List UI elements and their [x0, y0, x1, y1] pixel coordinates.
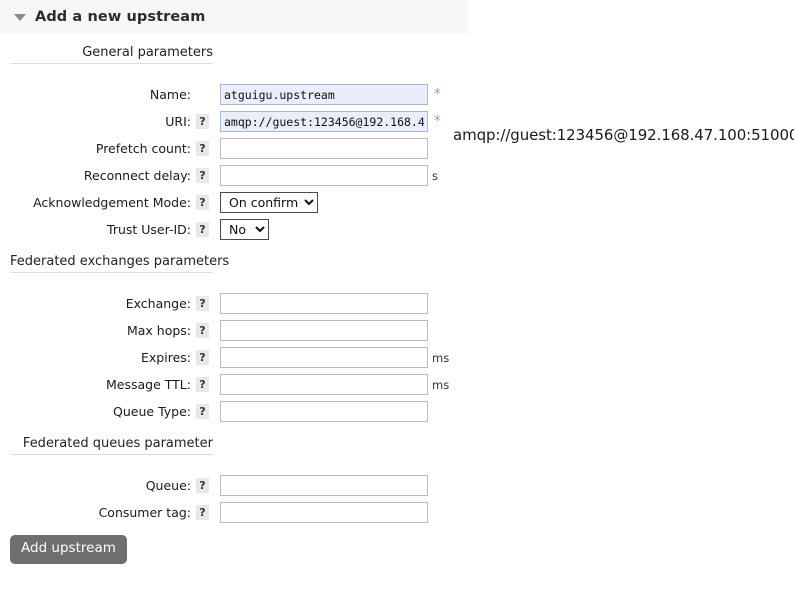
- page-title: Add a new upstream: [35, 9, 205, 25]
- field-table-federated-queues: Queue:?Consumer tag:?: [0, 472, 428, 526]
- field-label-consumer-tag: Consumer tag:: [0, 499, 196, 526]
- input-exchange[interactable]: [220, 293, 428, 314]
- help-question-icon[interactable]: ?: [196, 505, 209, 520]
- triangle-down-icon: [14, 14, 26, 21]
- required-indicator-name: *: [434, 87, 441, 102]
- input-name[interactable]: [220, 84, 428, 105]
- field-row-reconnect-delay: Reconnect delay:? s: [0, 162, 441, 189]
- help-cell-uri: ?: [196, 108, 214, 135]
- input-reconnect-delay[interactable]: [220, 165, 428, 186]
- required-indicator-uri: *: [434, 114, 441, 129]
- field-row-queue-type: Queue Type:?: [0, 398, 449, 425]
- field-row-prefetch-count: Prefetch count:?: [0, 135, 441, 162]
- help-question-icon[interactable]: ?: [196, 350, 209, 365]
- field-label-exchange: Exchange:: [0, 290, 196, 317]
- input-queue-type[interactable]: [220, 401, 428, 422]
- field-row-trust-user-id: Trust User-ID:? NoYes: [0, 216, 441, 243]
- field-row-exchange: Exchange:?: [0, 290, 449, 317]
- unit-label-message-ttl: ms: [432, 378, 449, 392]
- input-cell-trust-user-id: NoYes: [214, 216, 441, 243]
- help-question-icon[interactable]: ?: [196, 323, 209, 338]
- input-cell-expires: ms: [214, 344, 449, 371]
- field-label-expires: Expires:: [0, 344, 196, 371]
- field-label-prefetch-count: Prefetch count:: [0, 135, 196, 162]
- help-question-icon[interactable]: ?: [196, 141, 209, 156]
- input-cell-max-hops: [214, 317, 449, 344]
- field-row-message-ttl: Message TTL:? ms: [0, 371, 449, 398]
- upstream-form: General parameters Name: * URI:? * Prefetch c…: [0, 34, 794, 564]
- input-cell-uri: *: [214, 108, 441, 135]
- help-question-icon[interactable]: ?: [196, 296, 209, 311]
- submit-row: Add upstream: [10, 535, 794, 564]
- help-cell-prefetch-count: ?: [196, 135, 214, 162]
- input-queue[interactable]: [220, 475, 428, 496]
- help-question-icon[interactable]: ?: [196, 478, 209, 493]
- uri-annotation-text: amqp://guest:123456@192.168.47.100:51000: [453, 126, 794, 144]
- input-cell-prefetch-count: [214, 135, 441, 162]
- field-row-acknowledgement-mode: Acknowledgement Mode:? On confirmOn publi…: [0, 189, 441, 216]
- input-cell-queue-type: [214, 398, 449, 425]
- input-cell-message-ttl: ms: [214, 371, 449, 398]
- field-row-name: Name: *: [0, 81, 441, 108]
- help-spacer: [196, 86, 209, 101]
- select-trust-user-id[interactable]: NoYes: [220, 219, 269, 240]
- field-table-general: Name:*URI:?*Prefetch count:?Reconnect de…: [0, 81, 441, 243]
- section-heading-federated-exchanges: Federated exchanges parameters: [10, 254, 213, 273]
- input-cell-queue: [214, 472, 428, 499]
- field-row-expires: Expires:? ms: [0, 344, 449, 371]
- input-uri[interactable]: [220, 111, 428, 132]
- help-cell-max-hops: ?: [196, 317, 214, 344]
- section-heading-federated-queues: Federated queues parameter: [10, 436, 213, 455]
- help-question-icon[interactable]: ?: [196, 195, 209, 210]
- input-expires[interactable]: [220, 347, 428, 368]
- add-upstream-panel-header[interactable]: Add a new upstream: [0, 0, 468, 34]
- help-question-icon[interactable]: ?: [196, 377, 209, 392]
- input-cell-consumer-tag: [214, 499, 428, 526]
- help-cell-message-ttl: ?: [196, 371, 214, 398]
- unit-label-expires: ms: [432, 351, 449, 365]
- field-label-name: Name:: [0, 81, 196, 108]
- help-cell-queue-type: ?: [196, 398, 214, 425]
- field-label-reconnect-delay: Reconnect delay:: [0, 162, 196, 189]
- field-label-queue: Queue:: [0, 472, 196, 499]
- field-label-queue-type: Queue Type:: [0, 398, 196, 425]
- field-table-federated-exchanges: Exchange:?Max hops:?Expires:?msMessage T…: [0, 290, 449, 425]
- field-label-uri: URI:: [0, 108, 196, 135]
- input-max-hops[interactable]: [220, 320, 428, 341]
- help-cell-queue: ?: [196, 472, 214, 499]
- field-row-queue: Queue:?: [0, 472, 428, 499]
- field-label-trust-user-id: Trust User-ID:: [0, 216, 196, 243]
- help-cell-exchange: ?: [196, 290, 214, 317]
- input-cell-acknowledgement-mode: On confirmOn publishNo ack: [214, 189, 441, 216]
- help-question-icon[interactable]: ?: [196, 222, 209, 237]
- field-label-message-ttl: Message TTL:: [0, 371, 196, 398]
- help-question-icon[interactable]: ?: [196, 404, 209, 419]
- section-heading-general: General parameters: [10, 45, 213, 64]
- help-cell-name: [196, 81, 214, 108]
- input-prefetch-count[interactable]: [220, 138, 428, 159]
- input-consumer-tag[interactable]: [220, 502, 428, 523]
- input-cell-name: *: [214, 81, 441, 108]
- field-row-consumer-tag: Consumer tag:?: [0, 499, 428, 526]
- help-cell-expires: ?: [196, 344, 214, 371]
- input-message-ttl[interactable]: [220, 374, 428, 395]
- help-cell-trust-user-id: ?: [196, 216, 214, 243]
- help-cell-acknowledgement-mode: ?: [196, 189, 214, 216]
- field-label-max-hops: Max hops:: [0, 317, 196, 344]
- help-cell-consumer-tag: ?: [196, 499, 214, 526]
- help-question-icon[interactable]: ?: [196, 168, 209, 183]
- unit-label-reconnect-delay: s: [432, 169, 438, 183]
- help-question-icon[interactable]: ?: [196, 114, 209, 129]
- field-row-uri: URI:? *: [0, 108, 441, 135]
- select-acknowledgement-mode[interactable]: On confirmOn publishNo ack: [220, 192, 318, 213]
- add-upstream-button[interactable]: Add upstream: [10, 535, 127, 564]
- input-cell-reconnect-delay: s: [214, 162, 441, 189]
- input-cell-exchange: [214, 290, 449, 317]
- field-row-max-hops: Max hops:?: [0, 317, 449, 344]
- help-cell-reconnect-delay: ?: [196, 162, 214, 189]
- field-label-acknowledgement-mode: Acknowledgement Mode:: [0, 189, 196, 216]
